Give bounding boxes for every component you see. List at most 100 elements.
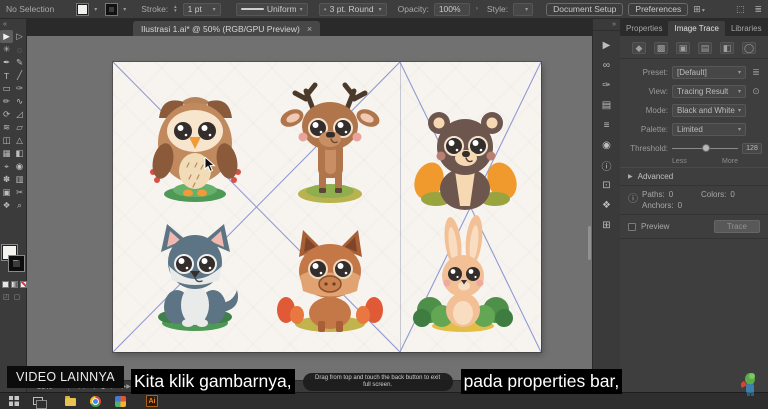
preset-high-color-icon[interactable]: ▩ xyxy=(654,42,668,54)
panel-menu-icon[interactable]: ≣ xyxy=(750,67,762,78)
palette-select[interactable]: Limited▾ xyxy=(672,123,746,136)
line-segment-tool-icon[interactable]: ╱ xyxy=(13,69,26,82)
arrange-documents-icon[interactable]: ⬚ xyxy=(736,4,745,15)
opacity-chevron-icon[interactable]: › xyxy=(476,6,478,12)
stroke-chevron-icon[interactable]: ▾ xyxy=(123,6,126,13)
document-setup-button[interactable]: Document Setup xyxy=(546,3,623,16)
stroke-weight-field[interactable]: 1 pt▾ xyxy=(183,3,221,16)
threshold-value[interactable]: 128 xyxy=(742,143,762,154)
preferences-button[interactable]: Preferences xyxy=(628,3,688,16)
draw-normal-icon[interactable]: ◰ xyxy=(3,293,10,301)
eyedropper-tool-icon[interactable]: ⌖ xyxy=(0,160,13,173)
scale-tool-icon[interactable]: ◿ xyxy=(13,108,26,121)
lasso-tool-icon[interactable]: ◌ xyxy=(13,43,26,56)
width-profile-select[interactable]: Uniform▾ xyxy=(236,3,308,16)
artboard-tool-icon[interactable]: ▣ xyxy=(0,186,13,199)
workspace-switcher-icon[interactable]: ≣ xyxy=(754,4,762,15)
preview-row: Preview Trace xyxy=(620,215,768,239)
artboards-panel-icon[interactable]: ⊞ xyxy=(599,219,615,232)
advanced-disclosure-icon[interactable]: ▶ xyxy=(628,173,633,180)
none-mode-icon[interactable] xyxy=(20,281,27,288)
video-lainnya-badge[interactable]: VIDEO LAINNYA xyxy=(7,366,124,388)
mesh-tool-icon[interactable]: ▦ xyxy=(0,147,13,160)
trace-button[interactable]: Trace xyxy=(714,220,760,233)
document-tab-close-icon[interactable]: × xyxy=(307,24,312,34)
slice-tool-icon[interactable]: ✂ xyxy=(13,186,26,199)
info-panel-icon[interactable]: ⓘ xyxy=(599,159,615,172)
brush-select[interactable]: • 3 pt. Round▾ xyxy=(319,3,387,16)
width-tool-icon[interactable]: ≋ xyxy=(0,121,13,134)
view-select[interactable]: Tracing Result▾ xyxy=(672,85,746,98)
screen-mode-icon[interactable]: ▢ xyxy=(14,293,21,301)
rotate-tool-icon[interactable]: ⟳ xyxy=(0,108,13,121)
preset-grayscale-icon[interactable]: ▤ xyxy=(698,42,712,54)
layers-panel-icon[interactable]: ❖ xyxy=(599,199,615,212)
advanced-section-toggle[interactable]: ▶ Advanced xyxy=(620,167,768,186)
toolbar-stroke-swatch[interactable] xyxy=(9,256,24,271)
brushes-panel-icon[interactable]: ✑ xyxy=(599,79,615,92)
free-transform-tool-icon[interactable]: ▱ xyxy=(13,121,26,134)
threshold-slider[interactable] xyxy=(672,142,738,155)
task-view-icon[interactable] xyxy=(33,397,43,405)
preset-outline-icon[interactable]: ◯ xyxy=(742,42,756,54)
shaper-tool-icon[interactable]: ∿ xyxy=(13,95,26,108)
symbol-sprayer-tool-icon[interactable]: ✽ xyxy=(0,173,13,186)
blend-tool-icon[interactable]: ◉ xyxy=(13,160,26,173)
appearance-panel-icon[interactable]: ⊡ xyxy=(599,179,615,192)
tab-libraries[interactable]: Libraries xyxy=(725,21,768,36)
canvas-scrollbar[interactable] xyxy=(588,226,591,260)
tools-panel: « ▶▷✳◌✒✎T╱▭✑✏∿⟳◿≋▱◫△▦◧⌖◉✽▥▣✂❖⌕ ◰ ▢ xyxy=(0,19,27,392)
stroke-stepper[interactable]: ▲▼ xyxy=(173,5,177,13)
color-mode-icon[interactable] xyxy=(2,281,9,288)
type-tool-icon[interactable]: T xyxy=(0,69,13,82)
file-explorer-icon[interactable] xyxy=(65,398,76,406)
eye-icon[interactable]: ⊙ xyxy=(750,86,762,97)
canvas-area[interactable] xyxy=(27,36,592,380)
perspective-grid-tool-icon[interactable]: △ xyxy=(13,134,26,147)
pencil-tool-icon[interactable]: ✏ xyxy=(0,95,13,108)
mode-select[interactable]: Black and White▾ xyxy=(672,104,746,117)
dock-expand-icon[interactable]: » xyxy=(593,19,620,31)
direct-selection-tool-icon[interactable]: ▷ xyxy=(13,30,26,43)
preset-auto-color-icon[interactable]: ◆ xyxy=(632,42,646,54)
rectangle-tool-icon[interactable]: ▭ xyxy=(0,82,13,95)
links-panel-icon[interactable]: ∞ xyxy=(599,59,615,72)
pen-tool-icon[interactable]: ✒ xyxy=(0,56,13,69)
gradient-tool-icon[interactable]: ◧ xyxy=(13,147,26,160)
curvature-tool-icon[interactable]: ✎ xyxy=(13,56,26,69)
preset-select[interactable]: [Default]▾ xyxy=(672,66,746,79)
artboard[interactable] xyxy=(113,62,541,352)
photos-app-icon[interactable] xyxy=(115,396,126,407)
zoom-tool-icon[interactable]: ⌕ xyxy=(13,199,26,212)
illustrator-taskbar-icon[interactable]: Ai xyxy=(146,395,158,407)
paintbrush-tool-icon[interactable]: ✑ xyxy=(13,82,26,95)
swatches-panel-icon[interactable]: ▤ xyxy=(599,99,615,112)
style-label: Style: xyxy=(487,4,508,14)
threshold-slider-knob[interactable] xyxy=(702,144,710,152)
tab-properties[interactable]: Properties xyxy=(620,21,668,36)
start-button-icon[interactable] xyxy=(9,396,19,406)
style-select[interactable]: ▾ xyxy=(513,3,533,16)
actions-panel-icon[interactable]: ▶ xyxy=(599,39,615,52)
document-tab[interactable]: Ilustrasi 1.ai* @ 50% (RGB/GPU Preview) … xyxy=(133,21,320,36)
preview-checkbox[interactable] xyxy=(628,223,636,231)
hand-tool-icon[interactable]: ❖ xyxy=(0,199,13,212)
fill-color-swatch[interactable] xyxy=(77,4,88,15)
preset-low-color-icon[interactable]: ▣ xyxy=(676,42,690,54)
tab-image-trace[interactable]: Image Trace xyxy=(668,21,724,36)
stroke-color-swatch[interactable] xyxy=(106,4,117,15)
chrome-icon[interactable] xyxy=(90,396,101,407)
align-options-icon[interactable]: ⊞▾ xyxy=(693,4,705,15)
preset-black-white-icon[interactable]: ◧ xyxy=(720,42,734,54)
fill-chevron-icon[interactable]: ▾ xyxy=(94,6,97,13)
opacity-field[interactable]: 100% xyxy=(434,3,470,16)
toolbar-swatches xyxy=(2,245,26,279)
magic-wand-tool-icon[interactable]: ✳ xyxy=(0,43,13,56)
gradient-mode-icon[interactable] xyxy=(11,281,18,288)
gradient-panel-icon[interactable]: ◉ xyxy=(599,139,615,152)
selection-tool-icon[interactable]: ▶ xyxy=(0,30,13,43)
stroke-panel-icon[interactable]: ≡ xyxy=(599,119,615,132)
shape-builder-tool-icon[interactable]: ◫ xyxy=(0,134,13,147)
toolbar-collapse-icon[interactable]: « xyxy=(0,19,26,30)
graph-tool-icon[interactable]: ▥ xyxy=(13,173,26,186)
